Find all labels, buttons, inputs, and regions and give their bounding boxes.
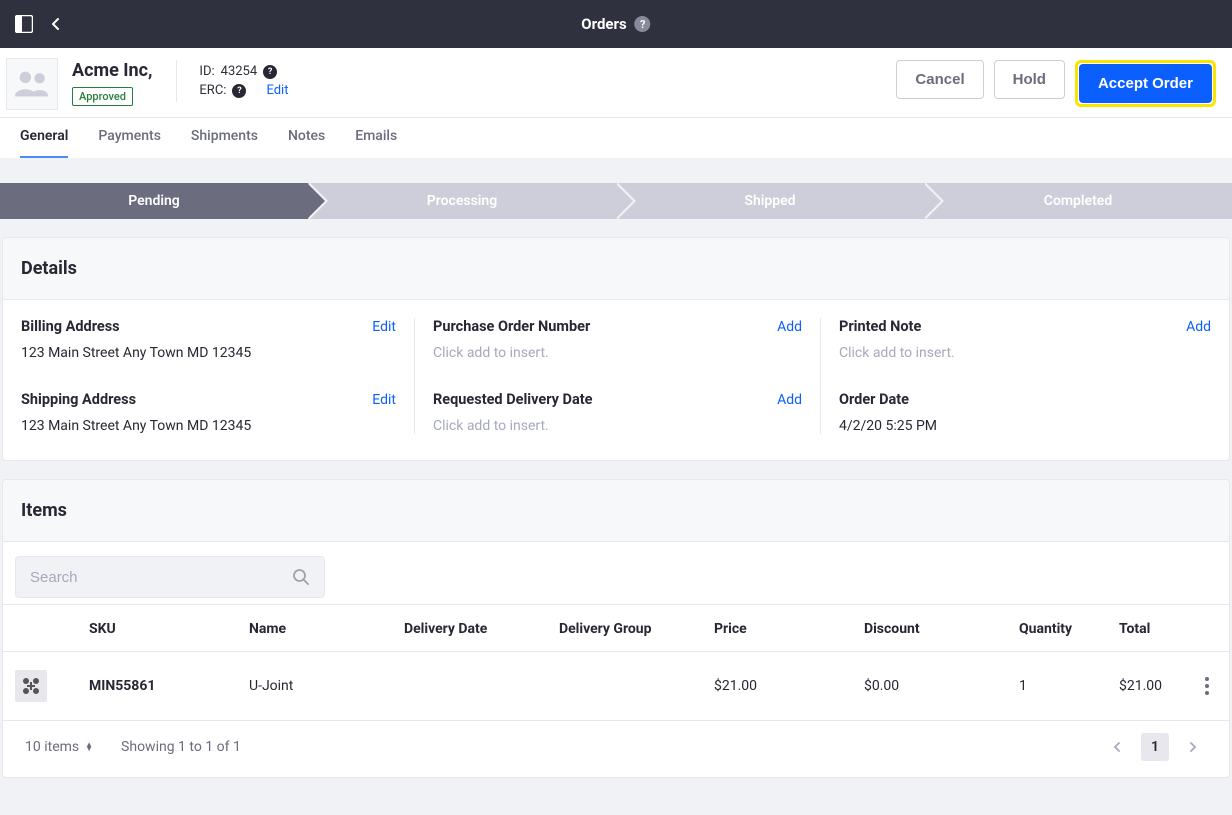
table-row[interactable]: MIN55861 U-Joint $21.00 $0.00 1 $21.00 [3,652,1229,721]
cell-delivery-date [392,652,547,721]
cell-price: $21.00 [702,652,852,721]
po-placeholder: Click add to insert. [433,345,802,361]
search-icon [292,568,310,586]
tab-shipments[interactable]: Shipments [191,118,258,158]
po-label: Purchase Order Number [433,318,590,335]
cell-delivery-group [547,652,702,721]
prev-page-button[interactable] [1103,733,1131,761]
col-delivery-date[interactable]: Delivery Date [392,605,547,652]
accept-highlight: Accept Order [1075,60,1216,107]
avatar [6,58,58,110]
hold-button[interactable]: Hold [994,60,1065,99]
add-rdd-link[interactable]: Add [777,392,802,408]
tab-notes[interactable]: Notes [288,118,325,158]
cancel-button[interactable]: Cancel [896,60,983,99]
help-icon[interactable]: ? [635,16,651,32]
topbar: Orders ? [0,0,1232,48]
info-icon[interactable]: ? [232,84,246,98]
billing-label: Billing Address [21,318,120,335]
orderdate-value: 4/2/20 5:25 PM [839,418,1211,434]
sidebar-toggle-icon[interactable] [12,12,36,36]
col-total[interactable]: Total [1107,605,1185,652]
rdd-label: Requested Delivery Date [433,391,592,408]
tabs: General Payments Shipments Notes Emails [0,118,1232,158]
col-sku[interactable]: SKU [77,605,237,652]
cell-sku: MIN55861 [89,678,155,694]
cell-total: $21.00 [1107,652,1185,721]
back-icon[interactable] [42,10,70,38]
accept-order-button[interactable]: Accept Order [1079,64,1212,103]
col-quantity[interactable]: Quantity [1007,605,1107,652]
tab-general[interactable]: General [20,118,68,158]
status-badge: Approved [72,87,133,106]
col-discount[interactable]: Discount [852,605,1007,652]
orderdate-label: Order Date [839,391,909,408]
tab-payments[interactable]: Payments [98,118,161,158]
id-value: 43254 [221,64,258,79]
add-note-link[interactable]: Add [1186,319,1211,335]
items-table: SKU Name Delivery Date Delivery Group Pr… [3,604,1229,721]
items-header: Items [3,480,1229,542]
cell-quantity: 1 [1007,652,1107,721]
showing-info: Showing 1 to 1 of 1 [121,739,241,755]
header-actions: Cancel Hold Accept Order [896,58,1216,117]
id-label: ID: [199,64,214,79]
search-input[interactable] [30,569,292,586]
page-size-label: 10 items [25,739,79,755]
note-placeholder: Click add to insert. [839,345,1211,361]
items-panel: Items SKU Name Delivery Date Delivery Gr… [2,479,1230,778]
step-shipped: Shipped [616,183,924,219]
progress-tracker: Pending Processing Shipped Completed [0,183,1232,219]
page-title: Orders ? [581,15,650,33]
tab-emails[interactable]: Emails [355,118,397,158]
page-title-text: Orders [581,15,626,33]
step-pending: Pending [0,183,308,219]
items-search[interactable] [15,556,325,598]
item-thumbnail [15,670,47,702]
details-panel: Details Billing Address Edit 123 Main St… [2,237,1230,461]
step-completed: Completed [924,183,1232,219]
billing-value: 123 Main Street Any Town MD 12345 [21,345,396,361]
col-name[interactable]: Name [237,605,392,652]
col-price[interactable]: Price [702,605,852,652]
step-processing: Processing [308,183,616,219]
row-actions-menu[interactable] [1197,677,1217,695]
note-label: Printed Note [839,318,921,335]
edit-billing-link[interactable]: Edit [372,319,396,335]
erc-label: ERC: [199,83,226,98]
edit-shipping-link[interactable]: Edit [372,392,396,408]
order-header: Acme Inc, Approved ID: 43254 ? ERC: ? Ed… [0,48,1232,118]
shipping-label: Shipping Address [21,391,136,408]
customer-name: Acme Inc, [72,60,152,81]
details-header: Details [3,238,1229,300]
add-po-link[interactable]: Add [777,319,802,335]
col-delivery-group[interactable]: Delivery Group [547,605,702,652]
cell-discount: $0.00 [852,652,1007,721]
rdd-placeholder: Click add to insert. [433,418,802,434]
page-size-selector[interactable]: 10 items ▲▼ [25,739,93,755]
info-icon[interactable]: ? [263,65,277,79]
next-page-button[interactable] [1179,733,1207,761]
cell-name: U-Joint [237,652,392,721]
page-number[interactable]: 1 [1141,733,1169,761]
shipping-value: 123 Main Street Any Town MD 12345 [21,418,396,434]
edit-erc-link[interactable]: Edit [266,83,288,98]
